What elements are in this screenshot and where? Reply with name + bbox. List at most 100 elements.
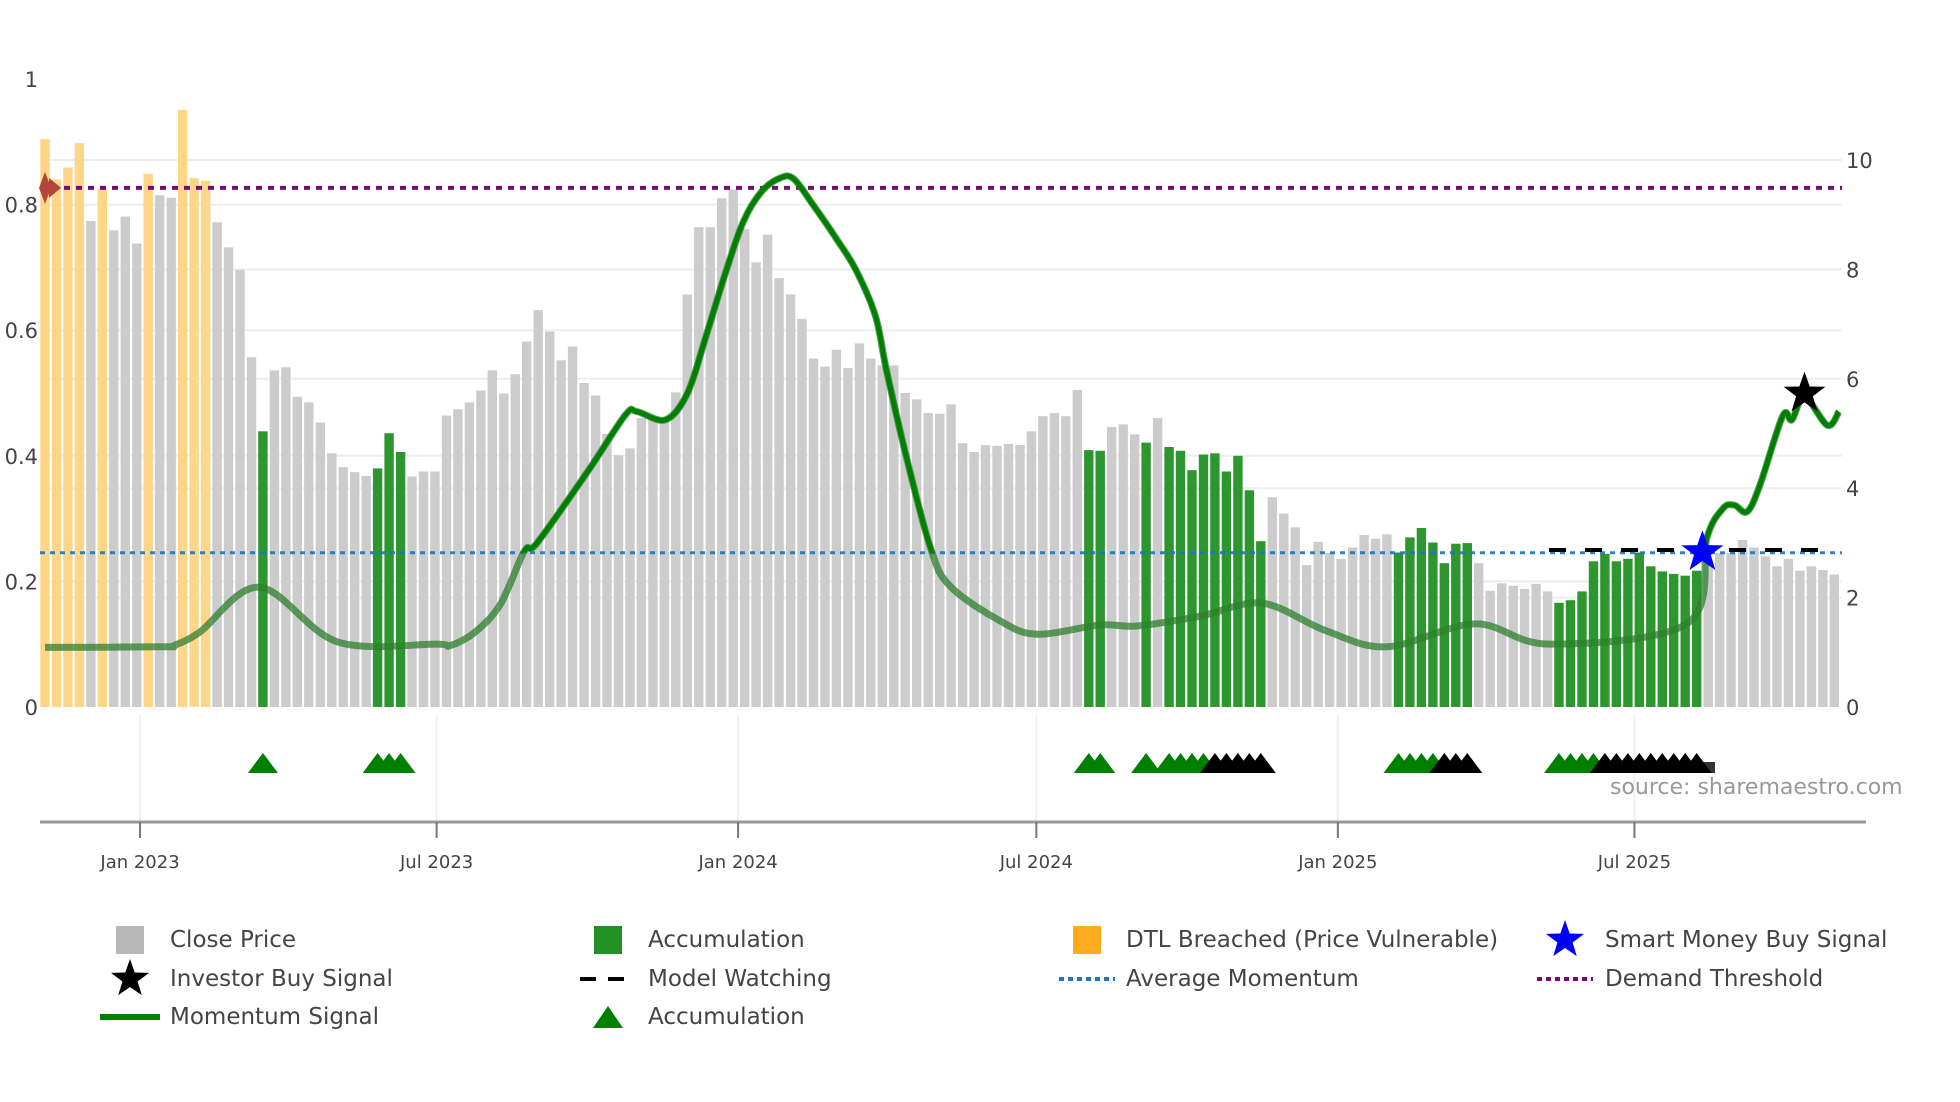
left-axis-tick-label: 0.4	[5, 445, 38, 469]
close-price-bar	[1359, 534, 1369, 707]
close-price-bar	[1508, 585, 1518, 707]
close-price-bar	[327, 453, 337, 707]
close-price-bar	[556, 360, 566, 707]
close-price-bar	[1806, 566, 1817, 707]
accumulation-bar	[1393, 552, 1404, 707]
close-price-bar	[694, 227, 704, 707]
close-price-bar	[1003, 443, 1014, 707]
close-price-bar	[350, 472, 360, 707]
close-price-bar	[1474, 563, 1484, 707]
x-axis-tick-label: Jan 2025	[1297, 852, 1377, 873]
close-price-bar	[1152, 418, 1163, 707]
dtl-breached-bar	[74, 143, 85, 708]
accumulation-bar	[1244, 490, 1255, 707]
close-price-bar	[1818, 570, 1828, 707]
accumulation-bar	[1187, 470, 1197, 707]
x-axis-tick-label: Jan 2023	[99, 852, 179, 873]
close-price-bar	[762, 234, 773, 707]
close-price-bar	[1542, 591, 1553, 707]
close-price-bar	[751, 262, 761, 707]
accumulation-bar	[1198, 454, 1209, 707]
close-price-bar	[533, 310, 543, 707]
close-price-bar	[1714, 553, 1725, 707]
dtl-breached-bar	[177, 109, 188, 708]
close-price-bar	[1760, 556, 1771, 707]
x-axis-tick-label: Jan 2024	[697, 852, 777, 873]
close-price-bar	[946, 404, 956, 707]
close-price-bar	[740, 229, 750, 707]
accumulation-bar	[1233, 455, 1243, 707]
accumulation-bar	[1210, 453, 1220, 707]
accumulation-bar	[1554, 602, 1564, 707]
close-price-bar	[166, 197, 176, 707]
dtl-breached-bar	[51, 179, 62, 707]
close-price-bar	[1519, 588, 1530, 707]
close-price-bar	[980, 445, 991, 707]
close-price-bar	[1038, 416, 1048, 707]
accumulation-bar	[1565, 600, 1576, 707]
x-axis-tick-label: Jul 2023	[399, 852, 473, 873]
accumulation-bar	[1428, 542, 1438, 707]
close-price-bar	[499, 393, 509, 707]
close-price-bar	[1347, 547, 1358, 707]
dtl-breached-bar	[97, 188, 107, 707]
close-price-bar	[969, 452, 979, 707]
close-price-bar	[407, 476, 417, 707]
close-price-bar	[1130, 434, 1140, 707]
accumulation-bar	[1692, 570, 1702, 707]
close-price-bar	[1107, 426, 1117, 707]
left-axis-tick-label: 0.6	[5, 319, 38, 343]
x-axis-tick-label: Jul 2025	[1597, 852, 1671, 873]
close-price-bar	[361, 475, 371, 707]
accumulation-bar	[1175, 450, 1186, 707]
momentum-line-below-average	[44, 172, 1842, 651]
close-price-bar	[854, 343, 865, 707]
right-axis-tick-label: 10	[1846, 149, 1873, 173]
close-price-bar	[132, 243, 142, 707]
right-axis-tick-label: 4	[1846, 477, 1859, 501]
close-price-bar	[613, 455, 624, 707]
dtl-breached-bar	[40, 139, 50, 708]
close-price-bar	[774, 278, 784, 707]
investor-buy-star-icon	[1783, 371, 1826, 412]
close-price-bar	[1795, 570, 1805, 707]
close-price-bar	[453, 409, 463, 707]
close-price-bar	[1772, 566, 1782, 707]
close-price-bar	[1737, 540, 1748, 707]
close-price-bar	[281, 367, 291, 707]
close-price-bar	[705, 227, 715, 707]
close-price-bar	[1015, 445, 1025, 707]
right-axis-tick-label: 2	[1846, 587, 1859, 611]
close-price-bar	[843, 367, 853, 707]
accumulation-bar	[1084, 450, 1094, 707]
close-price-bar	[625, 448, 635, 707]
accumulation-bar	[1634, 552, 1644, 707]
accumulation-bar	[372, 468, 383, 707]
accumulation-bar	[1221, 471, 1232, 707]
dtl-breached-bar	[189, 178, 199, 707]
close-price-bar	[155, 195, 165, 707]
close-price-bar	[992, 445, 1002, 707]
accumulation-bar	[1141, 442, 1151, 707]
x-axis-tick-label: Jul 2024	[999, 852, 1073, 873]
close-price-bar	[785, 294, 796, 707]
close-price-bar	[648, 416, 658, 707]
close-price-bar	[602, 433, 612, 707]
close-price-bar	[338, 467, 348, 707]
close-price-bar	[315, 422, 325, 707]
close-price-bar	[223, 247, 234, 708]
close-price-bar	[464, 402, 475, 707]
close-price-bar	[636, 418, 647, 707]
left-axis-tick-label: 0.8	[5, 194, 38, 218]
close-price-bar	[1749, 547, 1759, 707]
close-price-bar	[212, 222, 222, 707]
close-price-bar	[877, 365, 887, 707]
close-price-bar	[682, 294, 692, 707]
accumulation-bar	[1680, 575, 1690, 707]
source-label: source: sharemaestro.com	[1610, 775, 1903, 800]
close-price-bar	[808, 358, 819, 707]
close-price-bar	[86, 220, 96, 707]
accumulation-bar	[384, 433, 394, 707]
close-price-bar	[476, 390, 486, 707]
close-price-bar	[1382, 534, 1392, 707]
